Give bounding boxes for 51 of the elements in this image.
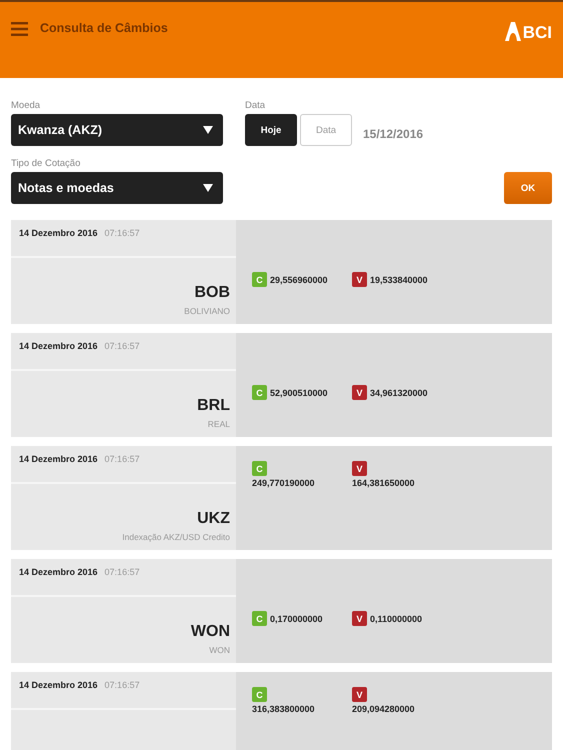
sell-rate: 209,094280000: [352, 704, 415, 714]
menu-icon[interactable]: [11, 22, 28, 36]
sell-rate: 34,961320000: [370, 388, 428, 398]
quote-type-dropdown[interactable]: Notas e moedas: [11, 172, 223, 204]
currency-code: WON: [190, 623, 230, 641]
arch-icon: [504, 21, 522, 41]
currency-name: BOLIVIANO: [184, 306, 230, 316]
sell-badge: V: [352, 385, 367, 400]
sell-rate: 164,381650000: [352, 478, 415, 488]
rate-date: 14 Dezembro 2016: [19, 228, 98, 240]
date-toggle[interactable]: Hoje: [245, 114, 297, 146]
rate-time: 07:16:57: [104, 680, 140, 692]
rate-time: 07:16:57: [104, 341, 140, 353]
buy-rate: 52,900510000: [270, 388, 328, 398]
currency-code: BRL: [197, 397, 230, 415]
sell-badge: V: [352, 272, 367, 287]
rate-date: 14 Dezembro 2016: [19, 454, 98, 466]
rate-date: 14 Dezembro 2016: [19, 680, 98, 692]
buy-rate: 316,383800000: [252, 704, 315, 714]
field-label: Data: [245, 100, 266, 111]
buy-rate: 29,556960000: [270, 274, 328, 284]
logo-text: BCI: [522, 25, 552, 41]
buy-badge: C: [252, 461, 267, 476]
sell-rate: 19,533840000: [370, 274, 428, 284]
dropdown-arrow-icon: [203, 126, 213, 134]
sell-rate: 0,110000000: [370, 614, 422, 624]
currency-name: Indexação AKZ/USD Credito: [122, 532, 230, 542]
buy-rate: 249,770190000: [252, 478, 315, 488]
buy-rate: 0,170000000: [270, 614, 323, 624]
rate-time: 07:16:57: [104, 454, 140, 466]
rate-date: 14 Dezembro 2016: [19, 341, 98, 353]
currency-name: REAL: [208, 419, 230, 429]
sell-badge: V: [352, 687, 367, 702]
currency-name: WON: [209, 645, 230, 655]
rate-date: 14 Dezembro 2016: [19, 567, 98, 579]
field-label: Tipo de Cotação: [11, 158, 82, 169]
rate-time: 07:16:57: [104, 567, 140, 579]
dropdown-arrow-icon: [203, 184, 213, 192]
buy-badge: C: [252, 611, 267, 626]
currency-dropdown[interactable]: Kwanza (AKZ): [11, 114, 223, 146]
page-title: Consulta de Câmbios: [40, 21, 168, 35]
currency-code: UKZ: [197, 510, 230, 528]
date-value: 15/12/2016: [363, 127, 424, 141]
currency-code: BOB: [194, 284, 230, 302]
rate-time: 07:16:57: [104, 228, 140, 240]
buy-badge: C: [252, 385, 267, 400]
buy-badge: C: [252, 687, 267, 702]
sell-badge: V: [352, 611, 367, 626]
buy-badge: C: [252, 272, 267, 287]
field-label: Moeda: [11, 100, 42, 111]
sell-badge: V: [352, 461, 367, 476]
